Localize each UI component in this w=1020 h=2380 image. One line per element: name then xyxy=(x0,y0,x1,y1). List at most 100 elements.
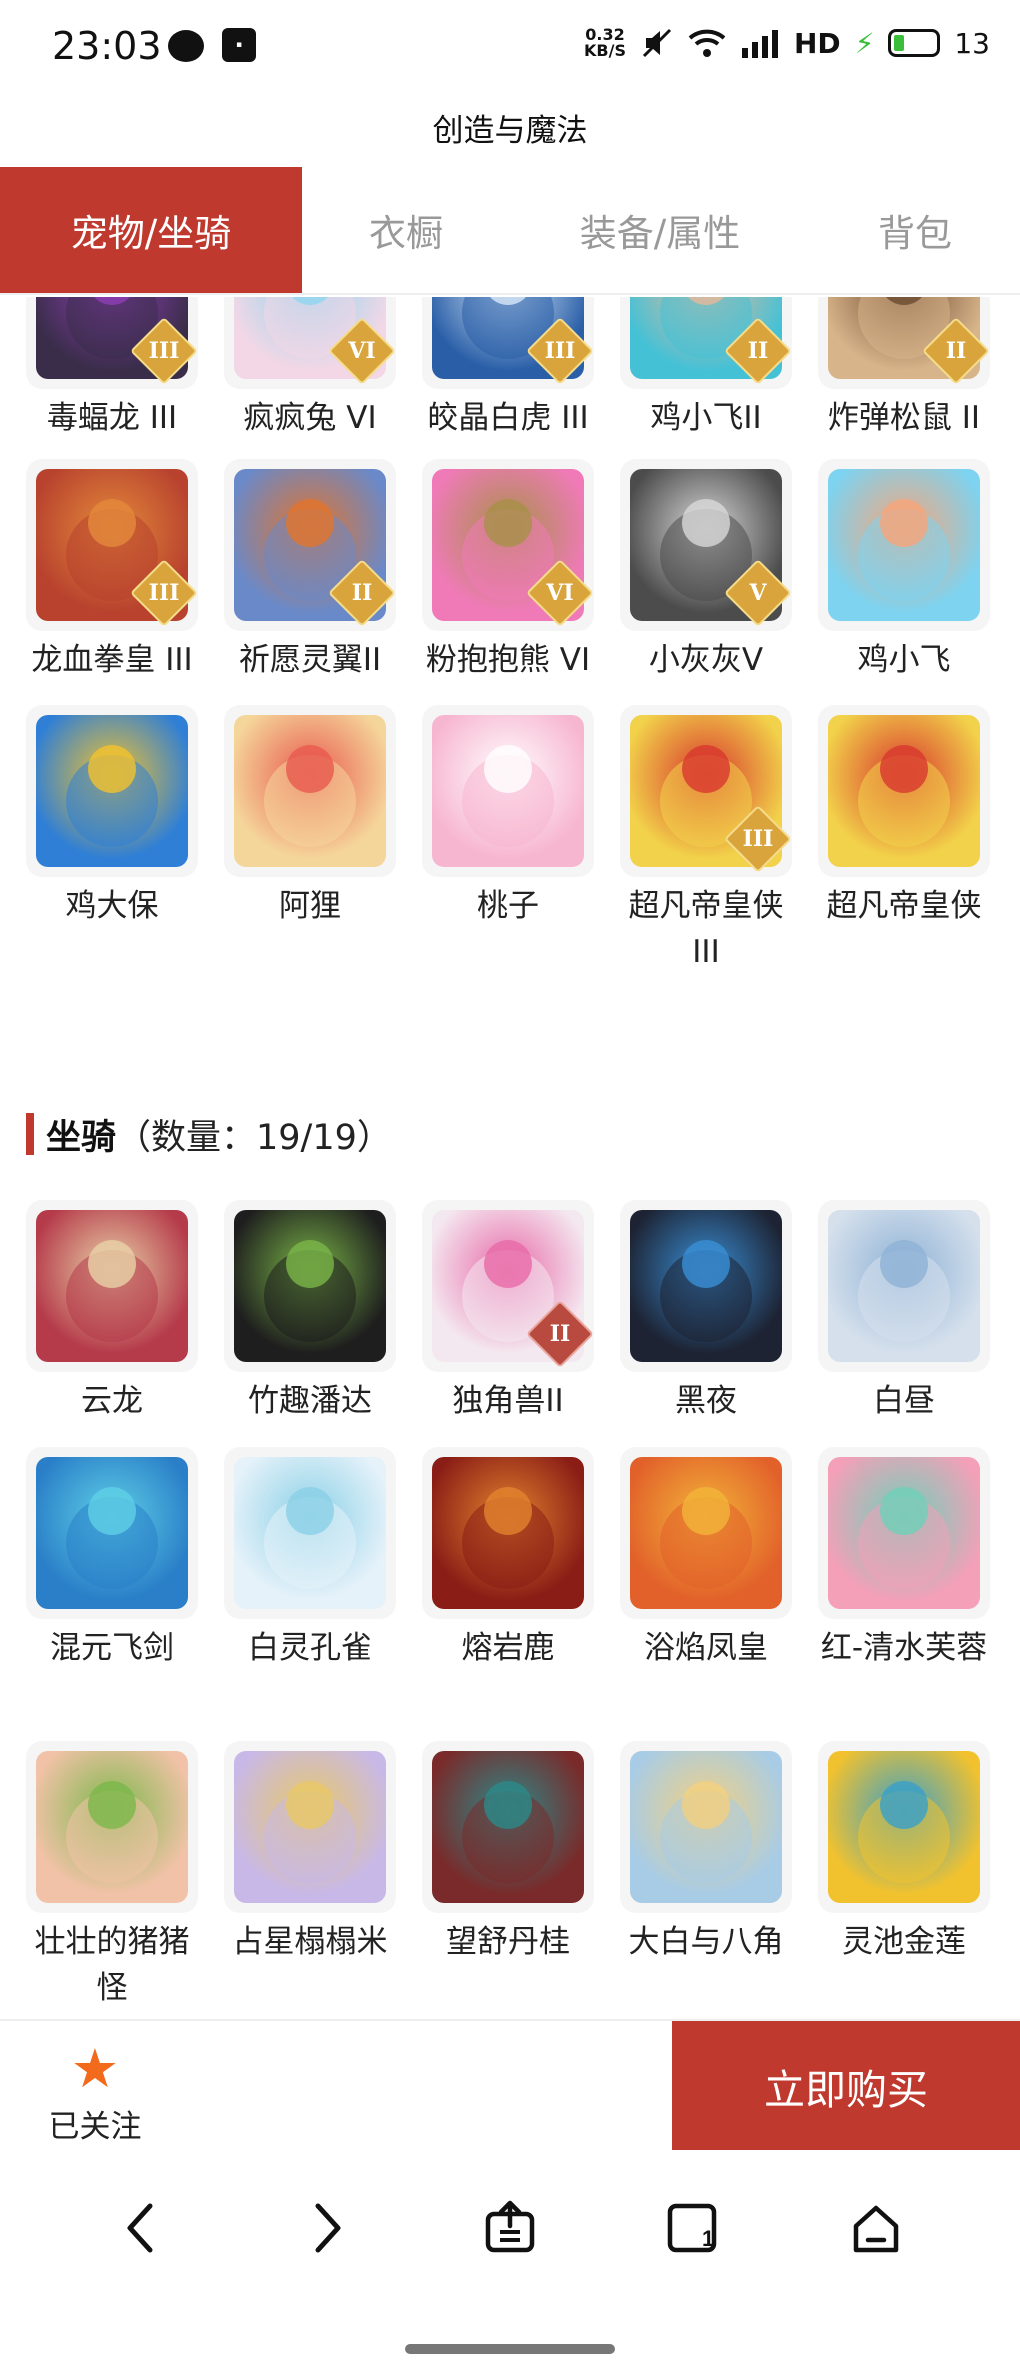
item-image xyxy=(828,1210,980,1362)
item-thumbnail xyxy=(422,1447,594,1619)
mount-item[interactable]: 浴焰凤皇 xyxy=(620,1447,792,1671)
mount-item[interactable]: II 独角兽II xyxy=(422,1200,594,1424)
home-indicator[interactable] xyxy=(405,2344,615,2354)
item-name: 独角兽II xyxy=(452,1383,564,1419)
item-thumbnail xyxy=(818,1741,990,1913)
tab-pets-mounts[interactable]: 宠物/坐骑 xyxy=(0,167,302,293)
item-image xyxy=(630,1457,782,1609)
item-thumbnail xyxy=(224,1741,396,1913)
follow-button[interactable]: ★ 已关注 xyxy=(40,2041,150,2146)
mount-item[interactable]: 占星榻榻米 xyxy=(224,1741,396,1965)
pet-item[interactable]: II 炸弹松鼠 II xyxy=(818,297,990,441)
pet-item[interactable]: 阿狸 xyxy=(224,705,396,929)
tabs-icon[interactable]: 1 xyxy=(652,2188,732,2268)
item-name: 壮壮的猪猪怪 xyxy=(34,1924,190,2006)
purchase-bar: ★ 已关注 立即购买 xyxy=(0,2019,1020,2150)
item-thumbnail: II xyxy=(818,297,990,389)
pet-item[interactable]: VI 疯疯兔 VI xyxy=(224,297,396,441)
item-name: 超凡帝皇侠 III xyxy=(628,888,784,970)
pet-item[interactable]: 桃子 xyxy=(422,705,594,929)
charging-icon: ⚡ xyxy=(854,26,875,60)
home-icon[interactable] xyxy=(836,2188,916,2268)
mount-item[interactable]: 灵池金莲 xyxy=(818,1741,990,1965)
item-name: 混元飞剑 xyxy=(50,1630,174,1666)
item-thumbnail xyxy=(422,1741,594,1913)
item-name: 白灵孔雀 xyxy=(248,1630,372,1666)
item-name: 浴焰凤皇 xyxy=(644,1630,768,1666)
item-name: 占星榻榻米 xyxy=(232,1924,388,1960)
status-bar: 23:03 ▪ 0.32 KB/S HD ⚡ 13 xyxy=(0,0,1020,95)
item-thumbnail xyxy=(620,1447,792,1619)
item-name: 粉抱抱熊 VI xyxy=(425,642,591,678)
mount-item[interactable]: 望舒丹桂 xyxy=(422,1741,594,1965)
item-name: 云龙 xyxy=(81,1383,143,1419)
item-name: 疯疯兔 VI xyxy=(243,400,377,436)
item-name: 毒蝠龙 III xyxy=(46,400,178,436)
mount-item[interactable]: 黑夜 xyxy=(620,1200,792,1424)
item-image xyxy=(36,1457,188,1609)
item-image xyxy=(828,1751,980,1903)
page-title: 创造与魔法 xyxy=(432,113,588,149)
star-icon: ★ xyxy=(70,2037,120,2100)
content-area[interactable]: III 毒蝠龙 III VI 疯疯兔 VI III 皎晶白虎 III II 鸡小飞II II 炸弹… xyxy=(0,297,1020,2019)
mount-item[interactable]: 云龙 xyxy=(26,1200,198,1424)
mount-item[interactable]: 大白与八角 xyxy=(620,1741,792,1965)
pet-item[interactable]: III 皎晶白虎 III xyxy=(422,297,594,441)
mount-item[interactable]: 红-清水芙蓉 xyxy=(818,1447,990,1671)
app-notification-icon: ▪ xyxy=(222,28,256,62)
item-name: 竹趣潘达 xyxy=(248,1383,372,1419)
mount-item[interactable]: 白昼 xyxy=(818,1200,990,1424)
buy-now-button[interactable]: 立即购买 xyxy=(672,2021,1020,2150)
pet-item[interactable]: III 毒蝠龙 III xyxy=(26,297,198,441)
back-icon[interactable] xyxy=(100,2188,180,2268)
item-name: 桃子 xyxy=(477,888,539,924)
item-image xyxy=(828,1457,980,1609)
item-thumbnail: II xyxy=(620,297,792,389)
tab-backpack[interactable]: 背包 xyxy=(810,167,1020,293)
pet-item[interactable]: II 鸡小飞II xyxy=(620,297,792,441)
pet-item[interactable]: II 祈愿灵翼II xyxy=(224,459,396,683)
battery-level: 13 xyxy=(954,26,990,60)
mount-item[interactable]: 白灵孔雀 xyxy=(224,1447,396,1671)
mount-item[interactable]: 熔岩鹿 xyxy=(422,1447,594,1671)
item-name: 阿狸 xyxy=(279,888,341,924)
share-icon[interactable] xyxy=(470,2188,550,2268)
section-accent-bar xyxy=(26,1113,34,1155)
mount-item[interactable]: 混元飞剑 xyxy=(26,1447,198,1671)
item-name: 熔岩鹿 xyxy=(461,1630,555,1666)
forward-icon[interactable] xyxy=(288,2188,368,2268)
item-thumbnail xyxy=(620,1741,792,1913)
pet-item[interactable]: VI 粉抱抱熊 VI xyxy=(422,459,594,683)
item-image xyxy=(234,715,386,867)
item-thumbnail xyxy=(620,1200,792,1372)
item-thumbnail: VI xyxy=(224,297,396,389)
item-thumbnail: III xyxy=(620,705,792,877)
item-thumbnail: III xyxy=(26,297,198,389)
tab-wardrobe[interactable]: 衣橱 xyxy=(302,167,510,293)
item-thumbnail xyxy=(818,705,990,877)
item-image xyxy=(828,715,980,867)
item-thumbnail xyxy=(818,1200,990,1372)
network-speed: 0.32 KB/S xyxy=(584,25,626,60)
item-image xyxy=(630,1210,782,1362)
item-image xyxy=(432,715,584,867)
item-name: 望舒丹桂 xyxy=(446,1924,570,1960)
item-thumbnail xyxy=(26,1741,198,1913)
pet-item[interactable]: 超凡帝皇侠 xyxy=(818,705,990,929)
pet-item[interactable]: 鸡小飞 xyxy=(818,459,990,683)
item-image xyxy=(36,1210,188,1362)
item-thumbnail xyxy=(26,705,198,877)
item-name: 大白与八角 xyxy=(628,1924,784,1960)
item-image xyxy=(234,1457,386,1609)
pet-item[interactable]: 鸡大保 xyxy=(26,705,198,929)
mount-item[interactable]: 竹趣潘达 xyxy=(224,1200,396,1424)
pet-item[interactable]: V 小灰灰V xyxy=(620,459,792,683)
item-image xyxy=(36,715,188,867)
item-thumbnail xyxy=(224,1200,396,1372)
tab-equipment[interactable]: 装备/属性 xyxy=(510,167,810,293)
item-image xyxy=(828,469,980,621)
mount-item[interactable]: 壮壮的猪猪怪 xyxy=(26,1741,198,2011)
pet-item[interactable]: III 超凡帝皇侠 III xyxy=(620,705,792,975)
mounts-section-header: 坐骑 （数量：19/19） xyxy=(26,1109,392,1159)
pet-item[interactable]: III 龙血拳皇 III xyxy=(26,459,198,683)
